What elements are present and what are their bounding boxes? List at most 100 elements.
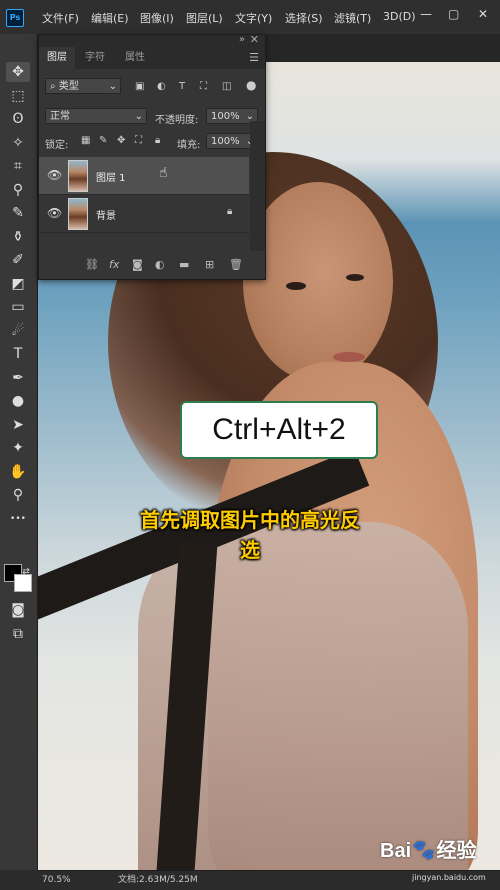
close-button[interactable]: ✕ <box>478 7 488 21</box>
path-selection-tool-icon[interactable]: ➤ <box>6 415 30 435</box>
adjustment-filter-icon[interactable]: ◐ <box>157 81 166 92</box>
lock-all-icon[interactable]: 🔒︎ <box>155 135 160 146</box>
lock-pixels-icon[interactable]: ✎ <box>99 135 107 146</box>
lock-transparency-icon[interactable]: ▦ <box>81 135 90 146</box>
lock-position-icon[interactable]: ✥ <box>117 135 125 146</box>
magic-wand-tool-icon[interactable]: ✧ <box>6 133 30 153</box>
layer-thumbnail <box>68 160 88 192</box>
layer-kind-filter-value: 类型 <box>58 81 79 92</box>
menu-select[interactable]: 选择(S) <box>285 10 323 26</box>
menu-image[interactable]: 图像(I) <box>140 10 174 26</box>
link-layers-icon[interactable]: ⛓ <box>85 258 99 271</box>
lock-icon: 🔒︎ <box>227 206 233 217</box>
subtitle-caption: 首先调取图片中的高光反 选 <box>110 505 390 565</box>
shortcut-caption: Ctrl+Alt+2 <box>180 401 378 459</box>
menu-layer[interactable]: 图层(L) <box>186 10 223 26</box>
lock-artboard-icon[interactable]: ⛶ <box>135 135 142 146</box>
stamp-tool-icon[interactable]: ⚱ <box>6 227 30 247</box>
search-icon: ⌕ <box>50 81 59 92</box>
menu-edit[interactable]: 编辑(E) <box>91 10 129 26</box>
zoom-tool-icon[interactable]: ⚲ <box>6 485 30 505</box>
lock-fill-row: 锁定: ▦ ✎ ✥ ⛶ 🔒︎ 填充: 100%⌄ <box>39 130 265 152</box>
layer-row-layer1[interactable]: 👁︎ 图层 1 ☝︎ <box>39 157 249 195</box>
tools-panel: ✥ ⬚ ʘ ✧ ⌗ ⚲ ✎ ⚱ ✐ ◩ ▭ ☄ T ✒ ● ➤ ✦ ✋ ⚲ ••• ⇄ ◙ ⧉ <box>0 34 38 870</box>
filter-toggle-icon[interactable]: ● <box>246 78 256 92</box>
type-filter-icon[interactable]: T <box>179 81 185 92</box>
fill-label: 填充: <box>177 140 201 151</box>
hand-cursor-icon: ☝︎ <box>159 165 168 181</box>
subtitle-line-1: 首先调取图片中的高光反 <box>140 508 360 532</box>
marquee-tool-icon[interactable]: ⬚ <box>6 86 30 106</box>
minimize-button[interactable]: — <box>420 7 432 21</box>
fill-value: 100% <box>211 136 240 147</box>
window-controls: — ▢ ✕ <box>412 0 500 34</box>
restore-button[interactable]: ▢ <box>448 7 459 21</box>
baidu-watermark-url: jingyan.baidu.com <box>412 873 486 882</box>
screen-mode-icon[interactable]: ⧉ <box>6 624 30 644</box>
chevron-down-icon: ⌄ <box>108 81 117 92</box>
layer-name: 背景 <box>96 211 116 222</box>
eyedropper-tool-icon[interactable]: ⚲ <box>6 180 30 200</box>
shape-filter-icon[interactable]: ⛶ <box>200 81 207 92</box>
tab-properties[interactable]: 属性 <box>117 47 153 69</box>
panel-collapse-icon[interactable]: » <box>239 34 245 45</box>
blend-mode-select[interactable]: 正常 ⌄ <box>45 108 147 124</box>
brush-tool-icon[interactable]: ✎ <box>6 203 30 223</box>
visibility-eye-icon[interactable]: 👁︎ <box>47 168 62 182</box>
more-tools-icon[interactable]: ••• <box>6 509 30 529</box>
blend-mode-value: 正常 <box>50 111 70 122</box>
opacity-label: 不透明度: <box>155 115 199 126</box>
layer-row-background[interactable]: 👁︎ 背景 🔒︎ <box>39 195 249 233</box>
menu-file[interactable]: 文件(F) <box>42 10 79 26</box>
hand-tool-icon[interactable]: ✋ <box>6 462 30 482</box>
menu-type[interactable]: 文字(Y) <box>235 10 272 26</box>
layer-filter-row: ⌕ 类型 ⌄ ▣ ◐ T ⛶ ◫ ● <box>39 75 265 97</box>
baidu-watermark: Bai🐾︎经验 <box>380 834 477 863</box>
pixel-filter-icon[interactable]: ▣ <box>135 81 144 92</box>
gradient-tool-icon[interactable]: ▭ <box>6 297 30 317</box>
type-tool-icon[interactable]: T <box>6 344 30 364</box>
layer-thumbnail <box>68 198 88 230</box>
smudge-tool-icon[interactable]: ☄ <box>6 321 30 341</box>
new-layer-icon[interactable]: ⊞ <box>205 258 214 271</box>
lasso-tool-icon[interactable]: ʘ <box>6 109 30 129</box>
subtitle-line-2: 选 <box>240 538 260 562</box>
layer-mask-icon[interactable]: ◙ <box>132 258 143 271</box>
swap-colors-icon[interactable]: ⇄ <box>20 562 32 582</box>
move-tool-icon[interactable]: ✥ <box>6 62 30 82</box>
pen-tool-icon[interactable]: ✒ <box>6 368 30 388</box>
shape-tool-icon[interactable]: ✦ <box>6 438 30 458</box>
menu-bar: Ps 文件(F) 编辑(E) 图像(I) 图层(L) 文字(Y) 选择(S) 滤… <box>0 0 500 35</box>
menu-3d[interactable]: 3D(D) <box>383 10 416 23</box>
panel-footer: ⛓ fx ◙ ◐ ▬ ⊞ 🗑︎ <box>39 251 265 279</box>
group-folder-icon[interactable]: ▬ <box>179 258 189 271</box>
blend-opacity-row: 正常 ⌄ 不透明度: 100% ⌄ <box>39 105 265 127</box>
layers-panel: » ✕ 图层 字符 属性 ☰ ⌕ 类型 ⌄ ▣ ◐ T ⛶ ◫ ● 正常 ⌄ 不透明… <box>38 33 266 280</box>
crop-tool-icon[interactable]: ⌗ <box>6 156 30 176</box>
panel-scrollbar[interactable] <box>250 121 265 251</box>
document-size-info: 文档:2.63M/5.25M <box>118 875 198 885</box>
history-brush-tool-icon[interactable]: ✐ <box>6 250 30 270</box>
lock-label: 锁定: <box>45 140 69 151</box>
eraser-tool-icon[interactable]: ◩ <box>6 274 30 294</box>
dodge-tool-icon[interactable]: ● <box>6 391 30 411</box>
zoom-level[interactable]: 70.5% <box>42 871 71 889</box>
adjustment-layer-icon[interactable]: ◐ <box>155 258 165 271</box>
tab-layers[interactable]: 图层 <box>39 47 75 69</box>
panel-menu-icon[interactable]: ☰ <box>249 51 259 64</box>
quick-mask-icon[interactable]: ◙ <box>6 600 30 620</box>
layer-name: 图层 1 <box>96 173 126 184</box>
fx-icon[interactable]: fx <box>109 258 119 271</box>
opacity-value: 100% <box>211 111 240 122</box>
photoshop-logo: Ps <box>6 9 24 27</box>
layer-kind-filter[interactable]: ⌕ 类型 ⌄ <box>45 78 121 94</box>
visibility-eye-icon[interactable]: 👁︎ <box>47 206 62 220</box>
panel-close-icon[interactable]: ✕ <box>250 33 259 46</box>
tab-character[interactable]: 字符 <box>77 47 113 69</box>
smart-object-filter-icon[interactable]: ◫ <box>222 81 231 92</box>
paw-icon: 🐾︎ <box>411 840 437 862</box>
baidu-brand: Bai <box>380 840 412 862</box>
delete-layer-icon[interactable]: 🗑︎ <box>229 258 243 271</box>
baidu-brand-suffix: 经验 <box>436 840 477 862</box>
menu-filter[interactable]: 滤镜(T) <box>334 10 371 26</box>
